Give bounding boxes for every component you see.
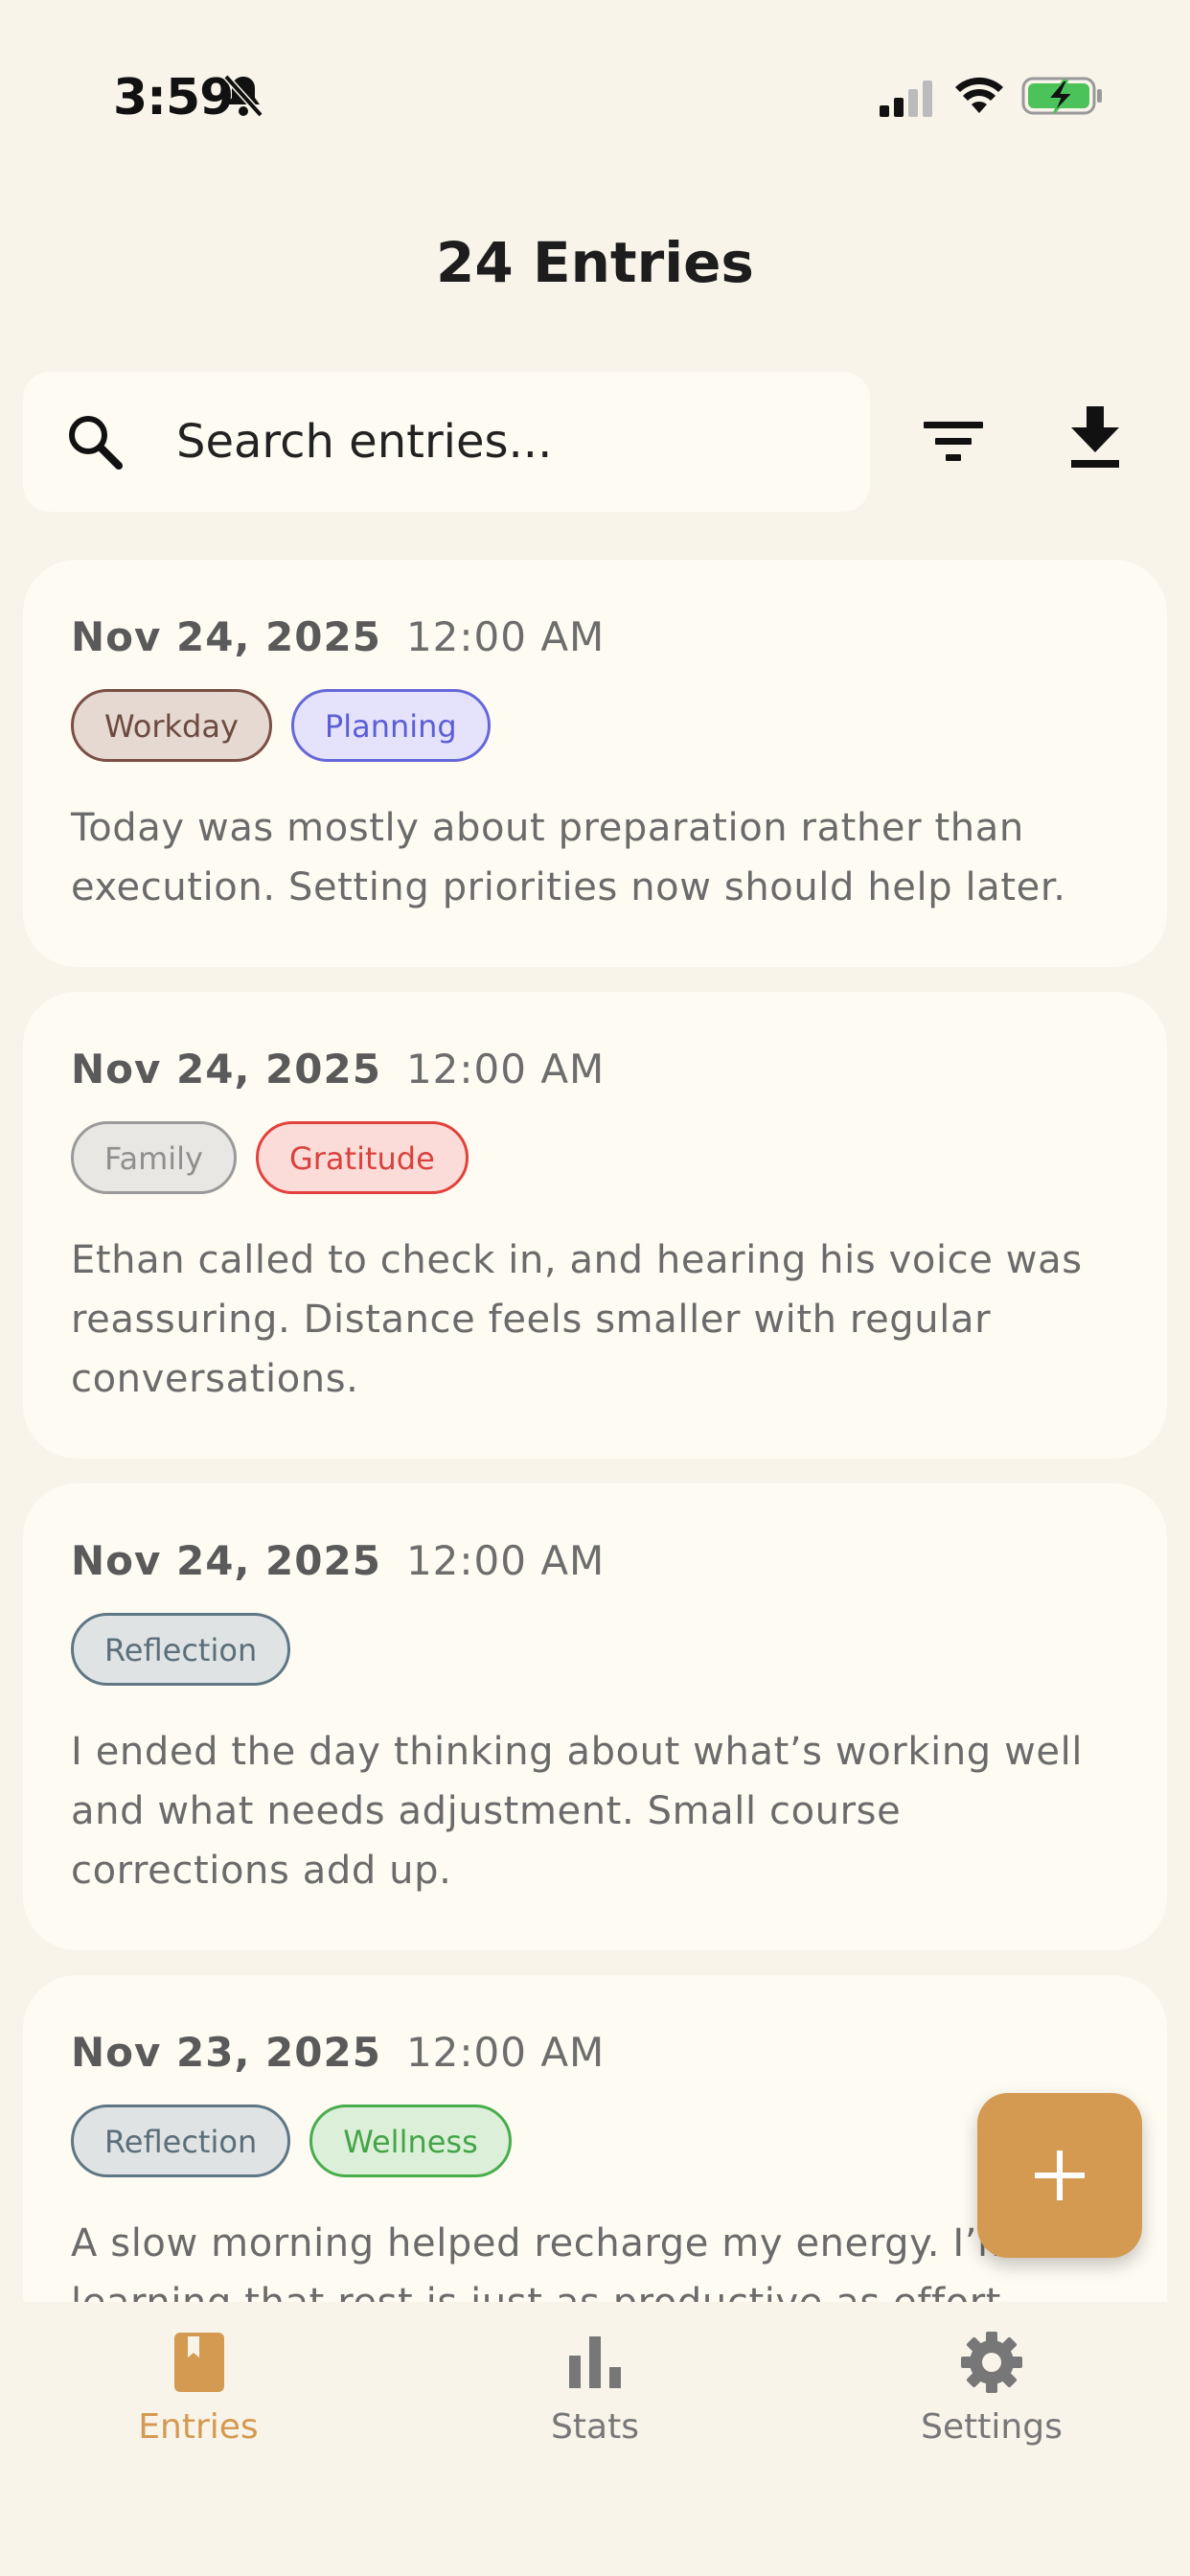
battery-charging-icon xyxy=(1021,77,1102,115)
entry-meta: Nov 24, 2025 12:00 AM xyxy=(71,1537,1119,1584)
entry-meta: Nov 23, 2025 12:00 AM xyxy=(71,2029,1119,2076)
plus-icon xyxy=(1035,2150,1085,2200)
gear-icon xyxy=(961,2332,1022,2393)
entry-card[interactable]: Nov 24, 2025 12:00 AM Reflection I ended th… xyxy=(23,1484,1167,1950)
entry-date: Nov 23, 2025 xyxy=(71,2029,381,2076)
nav-item-settings[interactable]: Settings xyxy=(848,2329,1135,2447)
nav-label-entries: Entries xyxy=(138,2407,259,2447)
entry-text: A slow morning helped recharge my energy… xyxy=(71,2221,1015,2302)
search-icon xyxy=(69,416,123,470)
nav-item-stats[interactable]: Stats xyxy=(451,2329,739,2447)
entry-time: 12:00 AM xyxy=(405,613,606,660)
entry-date: Nov 24, 2025 xyxy=(71,1046,381,1092)
tag-chip[interactable]: Planning xyxy=(290,689,491,762)
tag-row: Reflection xyxy=(71,1613,1119,1686)
wifi-icon xyxy=(955,77,1003,113)
tag-chip[interactable]: Gratitude xyxy=(255,1121,469,1194)
entry-time: 12:00 AM xyxy=(405,2029,606,2076)
tag-row: Workday Planning xyxy=(71,689,1119,762)
tag-row: Family Gratitude xyxy=(71,1121,1119,1194)
entry-card[interactable]: Nov 24, 2025 12:00 AM Workday Planning Today… xyxy=(23,560,1167,967)
entry-text: I ended the day thinking about what’s wo… xyxy=(71,1730,1084,1893)
nav-label-settings: Settings xyxy=(921,2407,1063,2447)
filter-icon[interactable] xyxy=(920,412,987,470)
tag-chip[interactable]: Wellness xyxy=(309,2104,512,2177)
tag-chip[interactable]: Reflection xyxy=(71,1613,291,1686)
entry-time: 12:00 AM xyxy=(405,1046,606,1092)
tag-chip[interactable]: Family xyxy=(71,1121,237,1194)
entry-text: Today was mostly about preparation rathe… xyxy=(71,806,1066,909)
journal-icon xyxy=(174,2333,224,2392)
entry-card[interactable]: Nov 24, 2025 12:00 AM Family Gratitude Ethan… xyxy=(23,992,1167,1459)
nav-item-entries[interactable]: Entries xyxy=(55,2329,342,2447)
bell-slash-icon xyxy=(223,74,263,118)
entry-date: Nov 24, 2025 xyxy=(71,1537,381,1584)
status-bar: 3:59 xyxy=(0,0,1190,192)
entry-meta: Nov 24, 2025 12:00 AM xyxy=(71,1046,1119,1092)
nav-label-stats: Stats xyxy=(551,2407,639,2447)
search-input[interactable] xyxy=(176,401,847,483)
bottom-nav: Entries Stats Settings xyxy=(0,2302,1190,2576)
search-box[interactable] xyxy=(23,372,870,512)
entry-list[interactable]: Nov 24, 2025 12:00 AM Workday Planning Today… xyxy=(23,560,1167,2302)
signal-icon xyxy=(880,80,932,117)
download-icon[interactable] xyxy=(1064,402,1127,473)
add-entry-button[interactable] xyxy=(977,2093,1142,2258)
tag-chip[interactable]: Workday xyxy=(71,689,272,762)
tag-row: Reflection Wellness xyxy=(71,2104,1119,2177)
status-time: 3:59 xyxy=(113,69,234,126)
bar-chart-icon xyxy=(569,2336,621,2388)
entry-date: Nov 24, 2025 xyxy=(71,613,381,660)
entry-time: 12:00 AM xyxy=(405,1537,606,1584)
entry-meta: Nov 24, 2025 12:00 AM xyxy=(71,613,1119,660)
entry-text: Ethan called to check in, and hearing hi… xyxy=(71,1238,1083,1401)
tag-chip[interactable]: Reflection xyxy=(71,2104,291,2177)
page-title: 24 Entries xyxy=(436,230,754,295)
